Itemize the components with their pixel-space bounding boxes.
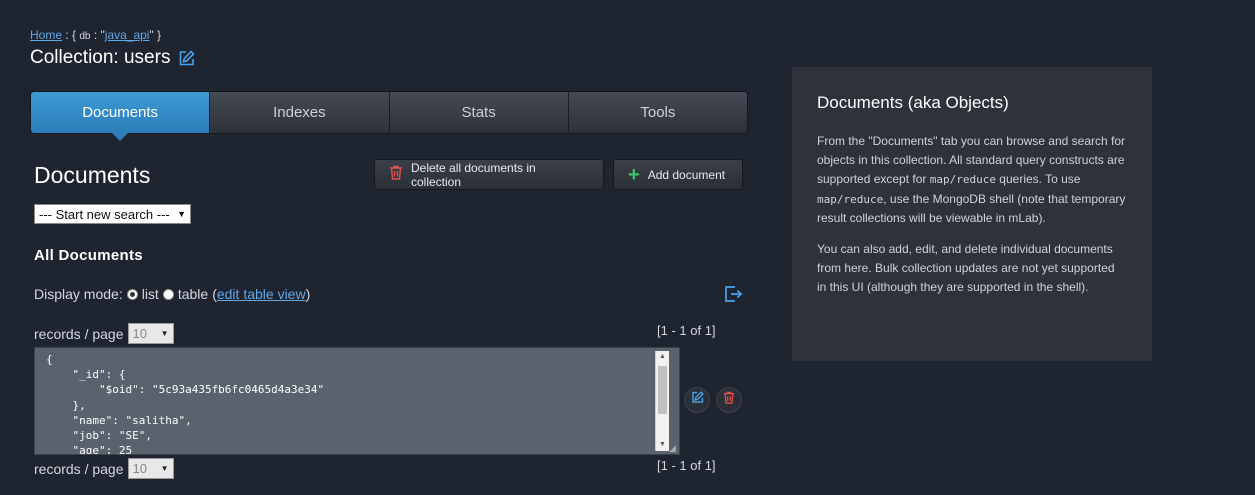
doc-line: "job": "SE", (46, 429, 152, 443)
page-title: Collection: users (30, 47, 171, 68)
help-text: queries. To use (995, 172, 1081, 187)
records-per-page-bottom: records / page 10 ▼ (34, 458, 174, 479)
display-mode-list-radio[interactable] (126, 288, 138, 300)
records-per-page-select[interactable]: 10 ▼ (127, 458, 174, 479)
display-mode-close-paren: ) (305, 286, 311, 302)
resize-grip-icon[interactable]: ◢ (669, 444, 678, 453)
help-panel-paragraph-1: From the "Documents" tab you can browse … (817, 132, 1127, 228)
edit-icon (691, 391, 704, 409)
help-panel-paragraph-2: You can also add, edit, and delete indiv… (817, 242, 1115, 295)
search-select[interactable]: --- Start new search --- ▼ (34, 204, 191, 224)
document-scrollbar[interactable]: ▲ ▼ (655, 351, 669, 451)
records-count-top: [1 - 1 of 1] (657, 323, 716, 338)
doc-line: }, (46, 398, 86, 412)
document-viewer[interactable]: { "_id": { "$oid": "5c93a435fb6fc0465d4a… (34, 347, 680, 455)
document-json: { "_id": { "$oid": "5c93a435fb6fc0465d4a… (35, 348, 679, 455)
chevron-down-icon: ▼ (160, 464, 169, 473)
plus-icon: + (628, 163, 640, 186)
edit-table-view-link[interactable]: edit table view (217, 286, 306, 302)
breadcrumb-home-link[interactable]: Home (30, 28, 62, 42)
scroll-down-icon[interactable]: ▼ (656, 439, 669, 451)
breadcrumb-db-sep: : " (90, 28, 105, 42)
display-mode: Display mode: list table (edit table vie… (34, 286, 310, 302)
doc-line: "age": 25 (46, 444, 133, 455)
records-per-page-value: 10 (132, 326, 147, 341)
delete-document-button[interactable] (716, 387, 742, 413)
tab-stats[interactable]: Stats (390, 92, 569, 133)
records-per-page-select[interactable]: 10 ▼ (127, 323, 174, 344)
doc-line: "$oid": "5c93a435fb6fc0465d4a3e34" (46, 383, 325, 397)
search-select-value: --- Start new search --- (39, 206, 170, 222)
tab-indexes[interactable]: Indexes (210, 92, 390, 133)
breadcrumb-close: " } (149, 28, 162, 42)
collection-tabs: Documents Indexes Stats Tools (30, 91, 748, 141)
breadcrumb-db-key: db (79, 31, 91, 42)
records-per-page-label: records / page (34, 460, 124, 477)
display-mode-table-radio[interactable] (162, 288, 174, 300)
doc-line: "_id": { (46, 368, 126, 382)
help-code: map/reduce (929, 173, 996, 187)
trash-icon (723, 391, 735, 409)
page-title-row: Collection: users (30, 47, 196, 69)
all-documents-heading: All Documents (34, 247, 143, 264)
scroll-up-icon[interactable]: ▲ (656, 351, 669, 363)
help-panel: Documents (aka Objects) From the "Docume… (792, 67, 1152, 361)
records-count-bottom: [1 - 1 of 1] (657, 458, 716, 473)
records-per-page-value: 10 (132, 461, 147, 476)
edit-document-button[interactable] (684, 387, 710, 413)
display-mode-list-label: list (141, 286, 159, 302)
delete-all-documents-button[interactable]: Delete all documents in collection (374, 159, 604, 190)
help-code: map/reduce (817, 192, 884, 206)
help-panel-title: Documents (aka Objects) (817, 93, 1009, 112)
display-mode-label: Display mode: (34, 286, 123, 302)
delete-all-label: Delete all documents in collection (411, 160, 536, 189)
scroll-thumb[interactable] (658, 366, 667, 414)
tab-tools[interactable]: Tools (569, 92, 747, 133)
records-per-page-top: records / page 10 ▼ (34, 323, 174, 344)
add-document-label: Add document (647, 167, 726, 182)
breadcrumb-db-link[interactable]: java_api (105, 28, 150, 42)
display-mode-table-label: table (177, 286, 209, 302)
doc-line: "name": "salitha", (46, 413, 192, 427)
breadcrumb: Home : { db : "java_api" } (30, 28, 161, 42)
documents-heading: Documents (34, 162, 151, 188)
records-per-page-label: records / page (34, 325, 124, 342)
breadcrumb-sep: : { (62, 28, 80, 42)
export-icon[interactable] (724, 285, 743, 303)
edit-icon[interactable] (178, 49, 196, 67)
trash-icon (389, 165, 403, 185)
tab-documents[interactable]: Documents (31, 92, 211, 141)
chevron-down-icon: ▼ (177, 209, 186, 219)
doc-line: { (46, 353, 53, 366)
add-document-button[interactable]: + Add document (613, 159, 743, 190)
chevron-down-icon: ▼ (160, 329, 169, 338)
